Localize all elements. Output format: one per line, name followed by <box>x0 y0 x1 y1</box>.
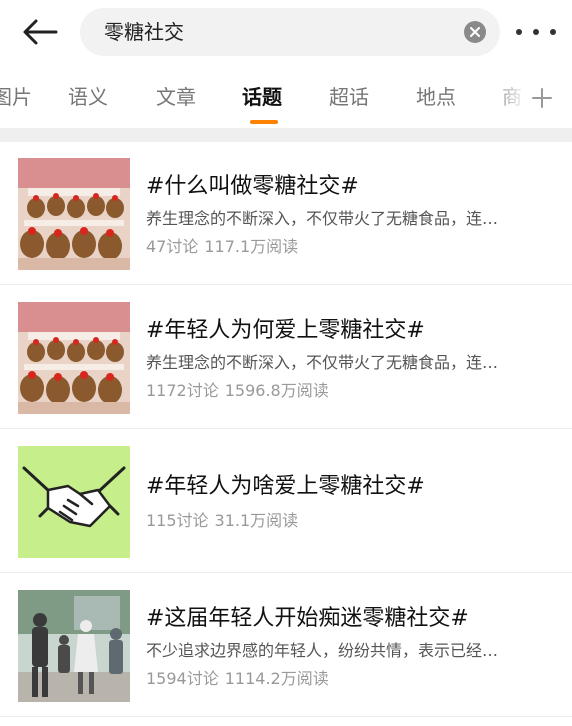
topic-description: 养生理念的不断深入，不仅带火了无糖食品，连… <box>146 209 499 228</box>
read-count: 31.1万阅读 <box>214 511 299 530</box>
tab-fade <box>488 72 528 126</box>
topic-item[interactable]: #什么叫做零糖社交# 养生理念的不断深入，不仅带火了无糖食品，连… 47讨论 11… <box>0 142 572 285</box>
topic-stats: 1172讨论 1596.8万阅读 <box>146 380 329 402</box>
topic-item[interactable]: #这届年轻人开始痴迷零糖社交# 不少追求边界感的年轻人，纷纷共情，表示已经… 1… <box>0 574 572 717</box>
tab-semantic[interactable]: 语义 <box>68 84 108 110</box>
add-tab-button[interactable] <box>530 86 554 110</box>
discussion-count: 47讨论 <box>146 237 199 256</box>
topic-item[interactable]: #年轻人为何爱上零糖社交# 养生理念的不断深入，不仅带火了无糖食品，连… 117… <box>0 286 572 429</box>
topic-stats: 115讨论 31.1万阅读 <box>146 510 298 532</box>
more-icon <box>550 29 556 35</box>
back-button[interactable] <box>22 14 66 50</box>
section-divider <box>0 128 572 142</box>
topic-thumbnail <box>18 590 130 702</box>
topic-title: #年轻人为啥爱上零糖社交# <box>146 474 425 499</box>
read-count: 1596.8万阅读 <box>224 381 329 400</box>
clear-icon <box>470 27 480 37</box>
topic-item[interactable]: #年轻人为啥爱上零糖社交# 115讨论 31.1万阅读 <box>0 430 572 573</box>
discussion-count: 1594讨论 <box>146 669 219 688</box>
people-outdoor-image <box>18 590 130 702</box>
handshake-image <box>18 446 130 558</box>
clear-search-button[interactable] <box>464 21 486 43</box>
topic-stats: 1594讨论 1114.2万阅读 <box>146 668 329 690</box>
search-query: 零糖社交 <box>104 20 184 44</box>
back-arrow-icon <box>23 19 58 45</box>
topic-thumbnail <box>18 158 130 270</box>
topic-thumbnail <box>18 302 130 414</box>
search-tabs: 图片 语义 文章 话题 超话 地点 商 <box>0 72 572 126</box>
search-input[interactable]: 零糖社交 <box>80 8 500 56</box>
topic-thumbnail <box>18 446 130 558</box>
discussion-count: 1172讨论 <box>146 381 219 400</box>
capybara-plush-image <box>18 158 130 270</box>
tab-articles[interactable]: 文章 <box>156 84 196 110</box>
discussion-count: 115讨论 <box>146 511 209 530</box>
more-button[interactable] <box>516 20 556 44</box>
more-icon <box>533 29 539 35</box>
topic-description: 不少追求边界感的年轻人，纷纷共情，表示已经… <box>146 641 499 660</box>
topic-stats: 47讨论 117.1万阅读 <box>146 236 298 258</box>
search-header: 零糖社交 <box>0 0 572 64</box>
active-tab-indicator <box>250 120 278 124</box>
topic-title: #这届年轻人开始痴迷零糖社交# <box>146 606 469 631</box>
tab-topics[interactable]: 话题 <box>242 84 282 110</box>
tab-images[interactable]: 图片 <box>0 84 32 110</box>
tab-places[interactable]: 地点 <box>416 84 456 110</box>
topic-description: 养生理念的不断深入，不仅带火了无糖食品，连… <box>146 353 499 372</box>
read-count: 117.1万阅读 <box>204 237 299 256</box>
topic-title: #年轻人为何爱上零糖社交# <box>146 318 425 343</box>
capybara-plush-image <box>18 302 130 414</box>
topic-title: #什么叫做零糖社交# <box>146 174 359 199</box>
tab-super-topics[interactable]: 超话 <box>329 84 369 110</box>
more-icon <box>516 29 522 35</box>
read-count: 1114.2万阅读 <box>224 669 329 688</box>
plus-icon <box>532 88 552 108</box>
